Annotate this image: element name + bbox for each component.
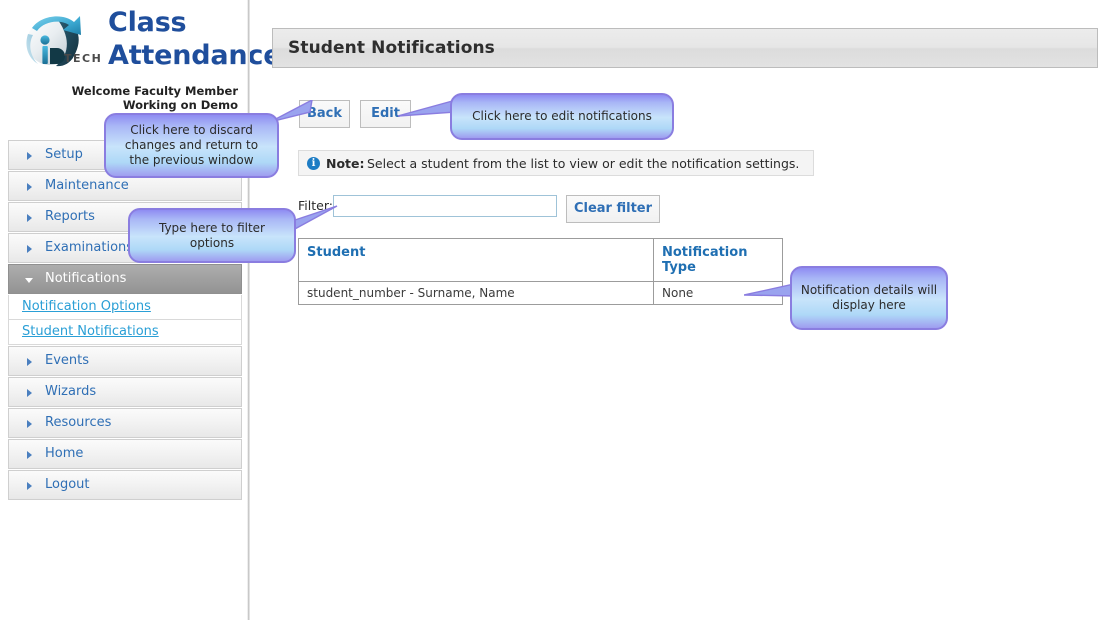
chevron-right-icon bbox=[27, 389, 32, 397]
callout-text: Type here to filter options bbox=[158, 220, 265, 250]
chevron-down-icon bbox=[25, 278, 33, 283]
sidebar-item-label: Resources bbox=[45, 415, 112, 430]
sidebar-item-label: Examinations bbox=[45, 240, 134, 255]
left-column: TECH Class Attendance Welcome Faculty Me… bbox=[0, 0, 282, 620]
sidebar-item-label: Wizards bbox=[45, 384, 97, 399]
callout-back: Click here to discard changes and return… bbox=[104, 113, 279, 178]
chevron-right-icon bbox=[27, 183, 32, 191]
callout-tail-back bbox=[270, 100, 313, 123]
column-header-line1: Notification bbox=[662, 245, 748, 260]
chevron-right-icon bbox=[27, 214, 32, 222]
filter-input[interactable] bbox=[333, 195, 557, 217]
callout-text: Click here to edit notifications bbox=[472, 109, 652, 123]
column-header-notification-type[interactable]: Notification Type bbox=[653, 238, 783, 282]
note-text: Select a student from the list to view o… bbox=[367, 156, 800, 171]
table-header-row: Student Notification Type bbox=[298, 238, 783, 282]
sidebar-item-home[interactable]: Home bbox=[8, 439, 242, 469]
sidebar-item-label: Reports bbox=[45, 209, 95, 224]
app-title: Class Attendance bbox=[108, 6, 282, 72]
column-header-line2: Type bbox=[662, 260, 696, 275]
app-title-line1: Class bbox=[108, 7, 187, 38]
sidebar-item-events[interactable]: Events bbox=[8, 346, 242, 376]
callout-text: Click here to discard changes and return… bbox=[124, 123, 259, 167]
sidebar-subitem-label[interactable]: Notification Options bbox=[22, 299, 151, 314]
student-notifications-table: Student Notification Type student_number… bbox=[298, 238, 783, 305]
chevron-right-icon bbox=[27, 451, 32, 459]
callout-text: Notification details will display here bbox=[800, 283, 938, 312]
column-header-student[interactable]: Student bbox=[298, 238, 654, 282]
chevron-right-icon bbox=[27, 245, 32, 253]
iptech-circular-arrow-logo: TECH bbox=[12, 4, 108, 78]
sidebar-item-label: Events bbox=[45, 353, 90, 368]
sidebar-item-label: Setup bbox=[45, 147, 83, 162]
sidebar-item-label: Maintenance bbox=[45, 178, 129, 193]
welcome-line-1: Welcome Faculty Member bbox=[71, 84, 238, 98]
chevron-right-icon bbox=[27, 482, 32, 490]
callout-details: Notification details will display here bbox=[790, 266, 948, 330]
app-title-line2: Attendance bbox=[108, 40, 282, 71]
callout-edit: Click here to edit notifications bbox=[450, 93, 674, 140]
chevron-right-icon bbox=[27, 420, 32, 428]
sidebar-menu: Setup Maintenance Reports Examinations N… bbox=[8, 140, 242, 501]
callout-filter: Type here to filter options bbox=[128, 208, 296, 263]
svg-text:TECH: TECH bbox=[64, 52, 102, 65]
sidebar-item-resources[interactable]: Resources bbox=[8, 408, 242, 438]
main-content: Student Notifications Back Edit i Note: … bbox=[250, 0, 1100, 620]
table-row[interactable]: student_number - Surname, Name None bbox=[298, 281, 783, 305]
clear-filter-button[interactable]: Clear filter bbox=[566, 195, 660, 223]
sidebar-subitem-notification-options[interactable]: Notification Options bbox=[8, 295, 242, 320]
brand-block: TECH Class Attendance bbox=[0, 0, 282, 80]
note-label: Note: bbox=[326, 156, 365, 171]
sidebar-subitem-student-notifications[interactable]: Student Notifications bbox=[8, 320, 242, 345]
sidebar-subitem-label[interactable]: Student Notifications bbox=[22, 324, 159, 339]
welcome-line-2: Working on Demo bbox=[122, 98, 238, 112]
cell-student[interactable]: student_number - Surname, Name bbox=[298, 281, 654, 305]
sidebar-item-wizards[interactable]: Wizards bbox=[8, 377, 242, 407]
sidebar-item-logout[interactable]: Logout bbox=[8, 470, 242, 500]
sidebar-item-notifications[interactable]: Notifications bbox=[8, 264, 242, 294]
sidebar-item-label: Logout bbox=[45, 477, 90, 492]
info-icon: i bbox=[307, 157, 320, 170]
note-banner: i Note: Select a student from the list t… bbox=[298, 150, 814, 176]
sidebar-item-label: Home bbox=[45, 446, 84, 461]
welcome-message: Welcome Faculty Member Working on Demo bbox=[40, 84, 238, 112]
page-title: Student Notifications bbox=[288, 38, 495, 58]
chevron-right-icon bbox=[27, 358, 32, 366]
chevron-right-icon bbox=[27, 152, 32, 160]
sidebar-item-label: Notifications bbox=[45, 271, 127, 286]
